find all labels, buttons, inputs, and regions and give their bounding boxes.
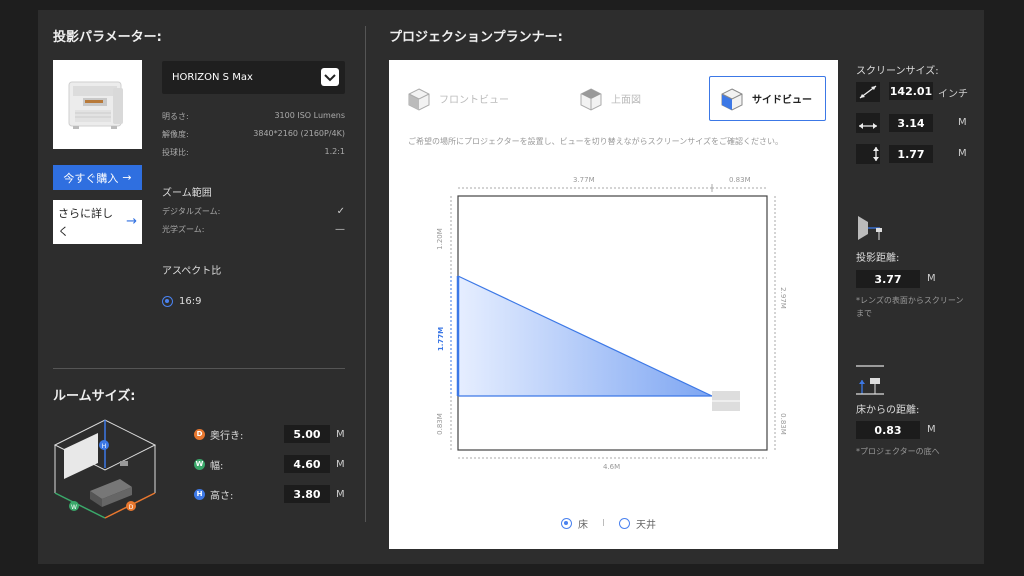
buy-now-button[interactable]: 今すぐ購入 → [53, 165, 142, 190]
dim-left-top: 1.20M [435, 228, 444, 250]
screen-width-unit: M [958, 117, 967, 128]
svg-text:W: W [71, 504, 77, 511]
spec-brightness: 明るさ: 3100 ISO Lumens [162, 111, 345, 122]
floor-distance-note: *プロジェクターの底へ [856, 447, 940, 456]
room-width-unit: M [336, 458, 345, 470]
side-view-diagram [450, 184, 776, 459]
spec-value: 3100 ISO Lumens [274, 111, 345, 120]
zoom-title: ズーム範囲 [162, 188, 212, 199]
screen-height-unit: M [958, 148, 967, 159]
throw-distance-unit: M [927, 273, 936, 284]
model-select[interactable]: HORIZON S Max [162, 61, 345, 94]
spec-value: 3840*2160 (2160P/4K) [253, 129, 345, 138]
floor-distance-input[interactable]: 0.83 [856, 421, 920, 439]
room-depth-unit: M [336, 428, 345, 440]
column-divider [365, 26, 366, 522]
dim-left-bottom: 0.83M [435, 413, 444, 435]
planner-title: プロジェクションプランナー: [389, 30, 563, 45]
aspect-option[interactable]: 16:9 [162, 296, 201, 307]
screen-diagonal-unit: インチ [938, 89, 968, 100]
room-depth-label: 奥行き: [210, 430, 244, 442]
floor-distance-icon [856, 365, 884, 395]
dim-right-bottom: 0.83M [778, 413, 787, 435]
height-size-icon [856, 144, 880, 164]
room-depth-input[interactable]: 5.00 [284, 425, 330, 443]
dim-right-top: 2.97M [778, 287, 787, 309]
floor-distance-unit: M [927, 424, 936, 435]
aspect-option-label: 16:9 [179, 296, 202, 307]
svg-text:D: D [129, 504, 134, 511]
params-title: 投影パラメーター: [53, 30, 162, 45]
width-badge-icon: W [194, 458, 205, 470]
zoom-digital-row: デジタルズーム: ✓ [162, 206, 345, 217]
check-icon: ✓ [336, 206, 345, 217]
svg-text:H: H [102, 443, 107, 450]
room-title: ルームサイズ: [53, 389, 136, 404]
room-height-input[interactable]: 3.80 [284, 485, 330, 503]
radio-icon [162, 296, 173, 307]
room-height-unit: M [336, 488, 345, 500]
spec-label: 解像度: [162, 130, 189, 139]
room-illustration: H W D [50, 405, 160, 523]
spec-value: 1.2:1 [324, 147, 345, 156]
screen-size-title: スクリーンサイズ: [856, 66, 939, 77]
projector-image [53, 60, 142, 149]
spec-label: 投球比: [162, 148, 189, 157]
zoom-optical-label: 光学ズーム: [162, 225, 205, 234]
throw-distance-note: *レンズの表面からスクリーンまで [856, 296, 964, 318]
model-select-value: HORIZON S Max [172, 72, 253, 83]
screen-height-input[interactable]: 1.77 [889, 145, 933, 163]
screen-diagonal-input[interactable]: 142.01 [889, 82, 933, 100]
dim-bottom: 4.6M [603, 463, 621, 471]
mount-ceiling-radio[interactable] [618, 518, 630, 529]
throw-distance-input[interactable]: 3.77 [856, 270, 920, 288]
floor-distance-title: 床からの距離: [856, 405, 920, 416]
aspect-title: アスペクト比 [162, 266, 222, 277]
room-height-row: H 高さ: 3.80 M [194, 485, 354, 503]
dim-top-right: 0.83M [729, 176, 751, 184]
chevron-down-icon [321, 68, 339, 86]
height-badge-icon: H [194, 488, 205, 500]
zoom-digital-label: デジタルズーム: [162, 207, 221, 216]
buy-now-label: 今すぐ購入 [63, 171, 119, 185]
room-width-input[interactable]: 4.60 [284, 455, 330, 473]
mount-ceiling-label: 天井 [635, 520, 656, 531]
throw-distance-title: 投影距離: [856, 253, 900, 264]
room-width-row: W 幅: 4.60 M [194, 455, 354, 473]
arrow-right-icon: → [126, 214, 137, 229]
mount-floor-radio[interactable] [561, 518, 572, 529]
mount-options: 床 I 天井 [561, 516, 656, 531]
section-divider [53, 368, 345, 369]
learn-more-label: さらに詳しく [58, 207, 113, 238]
learn-more-button[interactable]: さらに詳しく → [53, 200, 142, 244]
room-width-label: 幅: [210, 460, 224, 472]
width-size-icon [856, 113, 880, 133]
spec-resolution: 解像度: 3840*2160 (2160P/4K) [162, 129, 345, 140]
planner-canvas: フロントビュー 上面図 サイドビュー ご希望の場所にプロジェクターを設置し、ビュ… [389, 60, 838, 549]
mount-floor-label: 床 [578, 520, 588, 531]
dim-top-left: 3.77M [573, 176, 595, 184]
zoom-optical-row: 光学ズーム: — [162, 224, 345, 235]
screen-width-input[interactable]: 3.14 [889, 114, 933, 132]
spec-label: 明るさ: [162, 112, 189, 121]
throw-distance-icon [858, 216, 882, 240]
spec-throw-ratio: 投球比: 1.2:1 [162, 147, 345, 158]
arrow-right-icon: → [122, 171, 132, 184]
room-depth-row: D 奥行き: 5.00 M [194, 425, 354, 443]
dim-left-screen: 1.77M [437, 326, 446, 352]
room-height-label: 高さ: [210, 490, 234, 502]
depth-badge-icon: D [194, 428, 205, 440]
diagonal-size-icon [856, 82, 880, 102]
dash-icon: — [335, 224, 345, 235]
separator: I [602, 518, 605, 529]
